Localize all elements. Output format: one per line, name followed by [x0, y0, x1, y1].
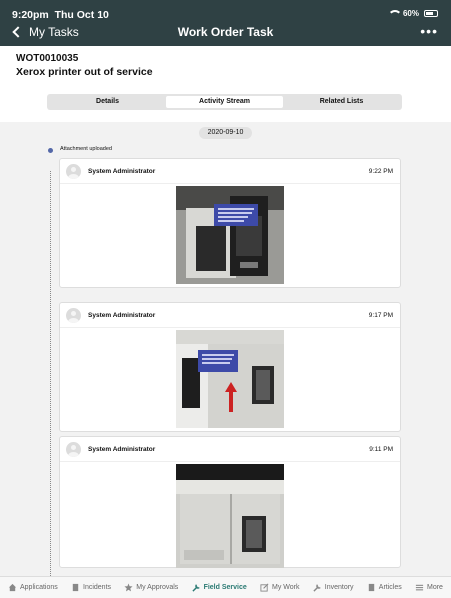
- tab-articles[interactable]: Articles: [367, 583, 402, 592]
- tab-my-approvals[interactable]: My Approvals: [124, 583, 178, 592]
- tab-label: My Work: [272, 584, 300, 591]
- author-name: System Administrator: [88, 168, 156, 175]
- record-header: WOT0010035 Xerox printer out of service …: [0, 46, 451, 122]
- tab-label: My Approvals: [136, 584, 179, 591]
- printer-closed-photo: [176, 464, 284, 568]
- tab-label: More: [427, 584, 443, 591]
- date-divider: 2020-09-10: [199, 127, 252, 139]
- printer-open-drawer-photo: [176, 186, 284, 284]
- status-clock: 9:20pm: [12, 9, 49, 21]
- tab-label: Incidents: [83, 584, 112, 591]
- tab-label: Articles: [378, 584, 402, 591]
- battery-icon: [424, 10, 438, 17]
- divider: [60, 461, 400, 462]
- bottom-tab-bar: Applications Incidents My Approvals Fiel…: [0, 576, 451, 598]
- wrench-icon: [313, 584, 321, 592]
- record-number: WOT0010035: [16, 53, 79, 64]
- author-name: System Administrator: [88, 312, 156, 319]
- attachment-image[interactable]: [176, 186, 284, 284]
- attachment-image[interactable]: [176, 464, 284, 568]
- navigation-bar: My Tasks Work Order Task •••: [0, 24, 451, 46]
- status-indicators: 60%: [387, 9, 438, 18]
- back-label: My Tasks: [29, 25, 79, 39]
- status-bar: 9:20pm Thu Oct 10 60%: [0, 0, 451, 24]
- edit-icon: [260, 583, 269, 592]
- tab-label: Field Service: [203, 584, 247, 591]
- avatar: [66, 308, 81, 323]
- author-name: System Administrator: [88, 446, 156, 453]
- event-label: Attachment uploaded: [60, 146, 112, 152]
- tab-inventory[interactable]: Inventory: [313, 583, 354, 592]
- timeline-dot: [48, 148, 53, 153]
- home-icon: [8, 583, 17, 592]
- star-icon: [124, 583, 133, 592]
- tab-field-service[interactable]: Field Service: [191, 583, 247, 592]
- activity-card[interactable]: System Administrator 9:11 PM: [59, 436, 401, 568]
- back-button[interactable]: My Tasks: [10, 25, 79, 39]
- divider: [60, 327, 400, 328]
- tab-my-work[interactable]: My Work: [260, 583, 300, 592]
- tab-activity-stream[interactable]: Activity Stream: [166, 96, 283, 108]
- timeline-line: [50, 171, 51, 576]
- tab-related-lists[interactable]: Related Lists: [283, 96, 400, 108]
- record-title: Xerox printer out of service: [16, 66, 153, 78]
- attachment-image[interactable]: [176, 330, 284, 428]
- avatar: [66, 164, 81, 179]
- activity-stream[interactable]: 2020-09-10 Attachment uploaded System Ad…: [0, 122, 451, 576]
- tab-more[interactable]: More: [415, 583, 443, 592]
- entry-time: 9:11 PM: [369, 446, 393, 453]
- printer-front-door-photo: [176, 330, 284, 428]
- entry-time: 9:22 PM: [368, 168, 393, 175]
- activity-card[interactable]: System Administrator 9:17 PM: [59, 302, 401, 432]
- wifi-icon: [387, 9, 402, 18]
- document-icon: [368, 583, 374, 592]
- activity-card[interactable]: System Administrator 9:22 PM: [59, 158, 401, 288]
- tab-details[interactable]: Details: [49, 96, 166, 108]
- tab-incidents[interactable]: Incidents: [71, 583, 111, 592]
- status-time: 9:20pm Thu Oct 10: [12, 9, 109, 21]
- divider: [60, 183, 400, 184]
- tab-applications[interactable]: Applications: [8, 583, 58, 592]
- chevron-left-icon: [12, 26, 24, 38]
- tab-label: Applications: [20, 584, 58, 591]
- wrench-icon: [191, 584, 200, 592]
- segmented-control: Details Activity Stream Related Lists: [47, 94, 402, 110]
- menu-icon: [415, 584, 424, 591]
- avatar: [66, 442, 81, 457]
- more-options-icon[interactable]: •••: [420, 24, 438, 38]
- top-bar: 9:20pm Thu Oct 10 60% My Tasks Work Orde…: [0, 0, 451, 46]
- document-icon: [72, 583, 79, 592]
- tab-label: Inventory: [324, 584, 354, 591]
- status-date: Thu Oct 10: [54, 9, 109, 21]
- battery-percent: 60%: [402, 9, 419, 18]
- entry-time: 9:17 PM: [368, 312, 393, 319]
